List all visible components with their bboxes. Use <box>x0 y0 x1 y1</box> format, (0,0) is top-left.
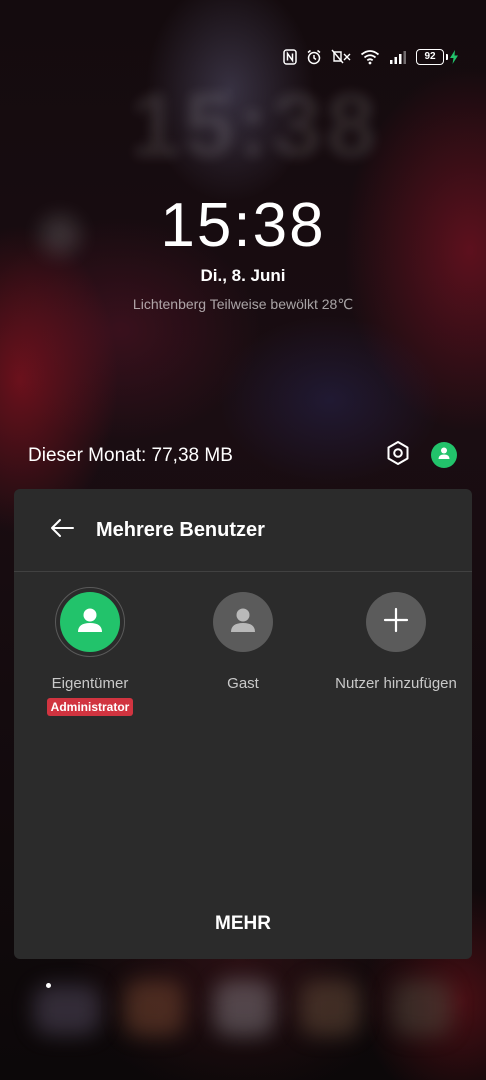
wallpaper-blur: 15:38 <box>130 76 381 176</box>
avatar-ring <box>361 587 431 657</box>
avatar <box>213 592 273 652</box>
dock-app-blur <box>124 980 184 1036</box>
mute-icon <box>331 49 351 65</box>
alarm-icon <box>306 49 322 65</box>
person-icon <box>228 605 258 640</box>
dock-app-blur <box>34 985 100 1035</box>
status-bar: 92 <box>283 44 458 70</box>
avatar <box>366 592 426 652</box>
settings-icon <box>385 440 411 471</box>
lockscreen-date: Di., 8. Juni <box>200 266 286 285</box>
data-usage-label: Dieser Monat: 77,38 MB <box>28 445 233 466</box>
battery-level: 92 <box>416 49 444 65</box>
signal-icon <box>389 50 407 64</box>
admin-badge: Administrator <box>46 698 134 716</box>
panel-header: Mehrere Benutzer <box>14 489 472 572</box>
user-icon <box>437 446 451 465</box>
page-indicator-dot <box>46 983 51 988</box>
user-switch-button[interactable] <box>431 442 457 468</box>
dock-app-blur <box>392 980 452 1036</box>
battery-indicator: 92 <box>416 49 458 65</box>
user-label: Eigentümer <box>51 675 129 692</box>
lockscreen-clock: 15:38 <box>160 191 326 260</box>
charging-icon <box>450 50 458 64</box>
battery-tip <box>446 54 448 60</box>
user-item-guest[interactable]: Gast <box>167 587 319 692</box>
user-label: Nutzer hinzufügen <box>335 675 457 692</box>
back-button[interactable] <box>42 510 82 550</box>
panel-title: Mehrere Benutzer <box>96 518 265 541</box>
more-button[interactable]: MEHR <box>14 913 472 935</box>
weather-info: Lichtenberg Teilweise bewölkt 28℃ <box>132 296 354 312</box>
wifi-icon <box>360 49 380 65</box>
plus-icon <box>382 606 410 639</box>
user-item-owner[interactable]: Eigentümer Administrator <box>14 587 166 716</box>
avatar-ring <box>208 587 278 657</box>
arrow-left-icon <box>50 518 74 543</box>
person-icon <box>75 605 105 640</box>
add-user-button[interactable]: Nutzer hinzufügen <box>320 587 472 692</box>
avatar <box>60 592 120 652</box>
dock-app-blur <box>214 980 274 1036</box>
user-label: Gast <box>227 675 259 692</box>
avatar-ring <box>55 587 125 657</box>
multi-user-panel: Mehrere Benutzer Eigentümer Administrato… <box>14 489 472 959</box>
nfc-icon <box>283 49 297 65</box>
dock-app-blur <box>300 980 360 1036</box>
settings-button[interactable] <box>383 440 413 470</box>
